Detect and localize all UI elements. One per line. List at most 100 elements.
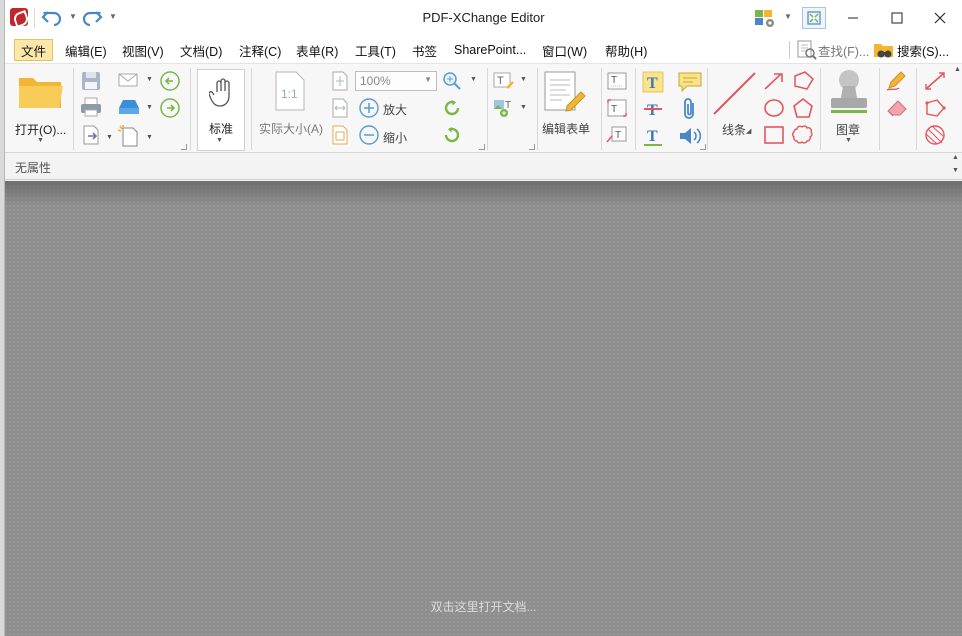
line-dropdown-icon[interactable]: ◢ [746,127,751,135]
fit-visible-icon[interactable] [331,124,349,149]
scan-dropdown-icon[interactable]: ▼ [146,104,153,111]
close-button[interactable] [918,0,962,36]
menu-tools[interactable]: 工具(T) [349,39,402,61]
scan-icon[interactable] [117,96,141,121]
ui-options-icon[interactable] [753,7,777,29]
attachment-icon[interactable] [681,97,699,124]
zoom-tool-dropdown-icon[interactable]: ▼ [470,76,477,83]
view-group-launcher[interactable] [479,144,485,150]
minimize-button[interactable] [831,0,875,36]
area-measure-icon[interactable] [923,124,947,149]
zoom-in-icon[interactable] [358,97,380,122]
distance-measure-icon[interactable] [923,70,947,95]
perimeter-measure-icon[interactable] [923,97,947,122]
rectangle-icon[interactable] [762,124,786,149]
fit-width-icon[interactable] [331,97,349,122]
stamp-dropdown-icon[interactable]: ▼ [845,137,852,144]
oval-icon[interactable] [762,97,786,122]
zoom-level-combo[interactable]: 100% ▼ [355,71,437,91]
maximize-button[interactable] [875,0,919,36]
open-document-hint[interactable]: 双击这里打开文档... [5,598,962,615]
stamp-label[interactable]: 图章 [836,121,860,138]
document-area[interactable]: 双击这里打开文档... [5,181,962,636]
polyline-icon[interactable] [791,70,815,95]
new-dropdown-icon[interactable]: ▼ [146,134,153,141]
group-separator [537,68,538,150]
hand-dropdown-icon[interactable]: ▼ [216,137,223,144]
open-label[interactable]: 打开(O)... [15,121,66,138]
next-view-icon[interactable] [159,97,181,122]
email-icon[interactable] [117,70,141,93]
open-dropdown-icon[interactable]: ▼ [37,137,44,144]
menu-comment[interactable]: 注释(C) [233,39,287,61]
search-folder-icon[interactable] [873,39,897,64]
stamp-icon[interactable] [827,68,871,119]
zoom-tool-icon[interactable] [441,70,463,95]
find-icon[interactable] [796,39,818,64]
svg-text:T: T [611,75,617,86]
menu-view[interactable]: 视图(V) [116,39,170,61]
file-group-launcher[interactable] [181,144,187,150]
comment-group-launcher[interactable] [700,144,706,150]
fit-page-icon[interactable] [331,70,349,95]
email-dropdown-icon[interactable]: ▼ [146,76,153,83]
text-fields-icon[interactable]: T [605,70,629,95]
search-button[interactable]: 搜索(S)... [895,39,951,61]
menu-file[interactable]: 文件 [14,39,54,61]
line-tool-label[interactable]: 线条 [722,121,746,138]
zoom-combo-dropdown-icon[interactable]: ▼ [424,75,432,84]
line-tool-icon[interactable] [711,70,759,121]
menu-window[interactable]: 窗口(W) [536,39,593,61]
edit-form-label[interactable]: 编辑表单 [542,120,590,137]
callout-icon[interactable]: T [605,124,629,149]
fullscreen-icon[interactable] [802,7,826,29]
actual-size-icon[interactable]: 1:1 [273,70,307,115]
rotate-cw-icon[interactable] [441,124,463,149]
zoom-out-icon[interactable] [358,124,380,149]
edit-form-icon[interactable] [543,70,589,117]
sticky-note-icon[interactable] [677,70,703,97]
ribbon-collapse-icon[interactable]: ▲ [954,66,961,73]
hand-tool-label[interactable]: 标准 [209,120,233,137]
group-separator [879,68,880,150]
menu-help[interactable]: 帮助(H) [599,39,653,61]
hand-icon[interactable] [208,78,235,111]
propbar-expand-icon[interactable]: ▼ [952,167,959,174]
actual-size-label[interactable]: 实际大小(A) [259,120,323,137]
svg-text:T: T [647,75,658,92]
menu-bookmarks[interactable]: 书签 [406,39,443,61]
add-image-dropdown-icon[interactable]: ▼ [520,104,527,111]
doc-dropdown-icon[interactable]: ▼ [106,134,113,141]
menu-document[interactable]: 文档(D) [174,39,228,61]
underline-text-icon[interactable]: T [641,124,665,151]
add-image-text-icon[interactable]: T [492,97,516,122]
menu-sharepoint[interactable]: SharePoint... [448,39,532,61]
highlight-text-icon[interactable]: T [641,70,665,97]
menu-edit[interactable]: 编辑(E) [59,39,113,61]
open-folder-icon[interactable] [17,70,65,115]
rotate-ccw-icon[interactable] [441,97,463,122]
document-properties-icon[interactable] [80,124,102,149]
pencil-icon[interactable] [885,70,909,95]
zoom-in-label[interactable]: 放大 [383,101,407,118]
text-box-icon[interactable]: T [605,97,629,122]
menu-form[interactable]: 表单(R) [290,39,344,61]
arrow-icon[interactable] [762,70,786,95]
save-icon[interactable] [80,70,102,95]
objects-group-launcher[interactable] [529,144,535,150]
propbar-collapse-icon[interactable]: ▲ [952,154,959,161]
polygon-icon[interactable] [791,97,815,122]
eraser-icon[interactable] [885,97,909,122]
menu-separator [789,41,790,59]
find-button[interactable]: 查找(F)... [816,39,871,61]
previous-view-icon[interactable] [159,70,181,95]
cloud-icon[interactable] [791,124,815,149]
ui-options-dropdown-icon[interactable]: ▼ [784,12,792,21]
new-document-icon[interactable] [117,124,141,151]
zoom-out-label[interactable]: 缩小 [383,129,407,146]
strikeout-text-icon[interactable]: T [641,97,665,124]
typewriter-icon[interactable]: T [492,70,516,95]
svg-text:T: T [611,104,617,115]
typewriter-dropdown-icon[interactable]: ▼ [520,76,527,83]
print-icon[interactable] [80,96,102,121]
